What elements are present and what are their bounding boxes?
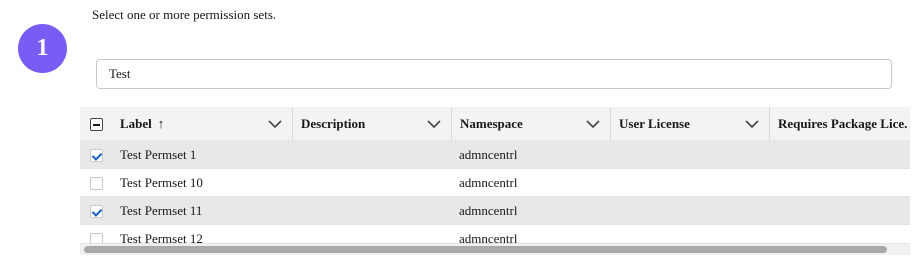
cell-description	[292, 168, 451, 197]
cell-description	[292, 224, 451, 243]
row-checkbox-cell	[80, 196, 112, 225]
cell-namespace: admncentrl	[451, 168, 610, 197]
instruction-text: Select one or more permission sets.	[92, 7, 277, 22]
column-description-text: Description	[301, 115, 366, 131]
column-header-user-license[interactable]: User License	[610, 107, 769, 141]
row-checkbox-cell	[80, 224, 112, 243]
table-row[interactable]: Test Permset 10 admncentrl	[80, 168, 910, 197]
cell-description	[292, 140, 451, 169]
chevron-down-icon[interactable]	[427, 119, 441, 129]
column-label-text: Label	[120, 115, 152, 131]
select-all-checkbox[interactable]	[89, 118, 103, 132]
cell-requires-package-license	[769, 224, 910, 243]
cell-description	[292, 196, 451, 225]
cell-user-license	[610, 196, 769, 225]
column-user-license-text: User License	[619, 115, 690, 131]
cell-namespace: admncentrl	[451, 196, 610, 225]
chevron-down-icon[interactable]	[268, 119, 282, 129]
table-row[interactable]: Test Permset 11 admncentrl	[80, 196, 910, 225]
cell-user-license	[610, 168, 769, 197]
column-namespace-text: Namespace	[460, 115, 523, 131]
row-checkbox[interactable]	[89, 233, 103, 243]
cell-namespace: admncentrl	[451, 140, 610, 169]
row-checkbox[interactable]	[89, 177, 103, 191]
row-checkbox[interactable]	[89, 149, 103, 163]
cell-requires-package-license	[769, 196, 910, 225]
column-header-namespace[interactable]: Namespace	[451, 107, 610, 141]
scrollbar-thumb[interactable]	[84, 246, 887, 253]
cell-requires-package-license	[769, 140, 910, 169]
select-all-cell	[80, 107, 112, 141]
sort-ascending-icon: ↑	[157, 115, 165, 131]
table-row[interactable]: Test Permset 12 admncentrl	[80, 224, 910, 243]
cell-user-license	[610, 140, 769, 169]
table-header-row: Label ↑ Description Namespace User Licen…	[80, 107, 910, 141]
permission-sets-table: Label ↑ Description Namespace User Licen…	[80, 107, 910, 243]
cell-label: Test Permset 10	[112, 168, 292, 197]
cell-label: Test Permset 12	[112, 224, 292, 243]
step-number-badge: 1	[18, 24, 67, 73]
row-checkbox[interactable]	[89, 205, 103, 219]
column-header-label[interactable]: Label ↑	[112, 107, 292, 141]
column-header-description[interactable]: Description	[292, 107, 451, 141]
row-checkbox-cell	[80, 140, 112, 169]
cell-user-license	[610, 224, 769, 243]
search-input[interactable]	[96, 59, 892, 89]
row-checkbox-cell	[80, 168, 112, 197]
horizontal-scrollbar[interactable]	[80, 243, 910, 255]
cell-label: Test Permset 11	[112, 196, 292, 225]
table-row[interactable]: Test Permset 1 admncentrl	[80, 140, 910, 169]
chevron-down-icon[interactable]	[586, 119, 600, 129]
cell-namespace: admncentrl	[451, 224, 610, 243]
column-requires-package-license-text: Requires Package Lice.	[778, 115, 908, 131]
step-number: 1	[36, 35, 49, 61]
cell-label: Test Permset 1	[112, 140, 292, 169]
cell-requires-package-license	[769, 168, 910, 197]
column-header-requires-package-license[interactable]: Requires Package Lice.	[769, 107, 910, 141]
chevron-down-icon[interactable]	[745, 119, 759, 129]
